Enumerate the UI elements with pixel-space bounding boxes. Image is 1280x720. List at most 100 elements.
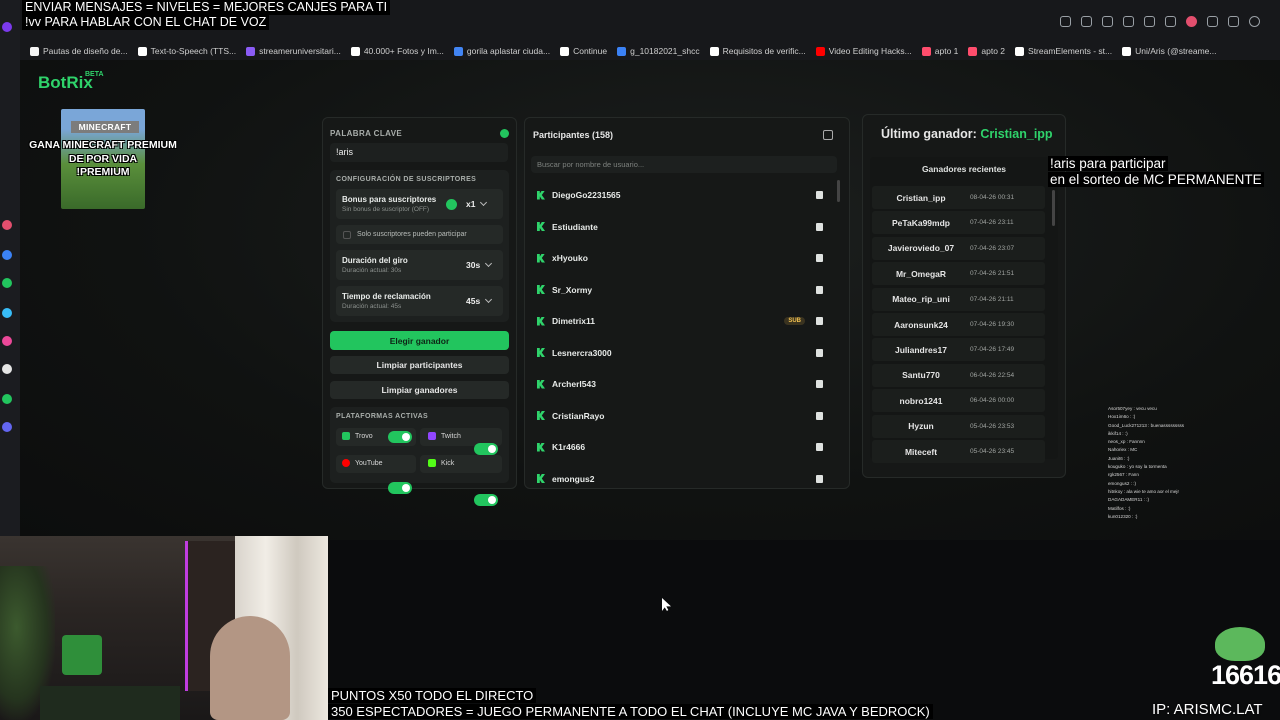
youtube-toggle[interactable]	[388, 482, 412, 494]
bookmark-item[interactable]: Text-to-Speech (TTS...	[137, 46, 237, 56]
bookmark-item[interactable]: Requisitos de verific...	[709, 46, 806, 56]
participants-scrollbar[interactable]	[837, 180, 840, 202]
heart-icon[interactable]	[1186, 16, 1197, 27]
winner-row: Aaronsunk24 07-04-26 19:30	[872, 313, 1045, 336]
kick-icon	[537, 474, 545, 483]
play-icon[interactable]	[1144, 16, 1155, 27]
winner-row: Mateo_rip_uni 07-04-26 21:11	[872, 287, 1045, 311]
bookmark-label: StreamElements - st...	[1028, 46, 1113, 56]
trovo-toggle[interactable]	[388, 431, 412, 443]
clear-participants-button[interactable]: Limpiar participantes	[330, 356, 509, 374]
winner-row: PeTaKa99mdp 07-04-26 23:11	[872, 211, 1045, 235]
youtube-name: YouTube	[355, 459, 383, 467]
messenger-icon[interactable]	[2, 22, 12, 32]
bookmark-item[interactable]: apto 1	[921, 46, 958, 56]
bookmark-item[interactable]: gorila aplastar ciuda...	[453, 46, 550, 56]
bookmark-item[interactable]: StreamElements - st...	[1015, 46, 1112, 56]
trash-icon[interactable]	[816, 285, 823, 294]
search-icon[interactable]	[1060, 16, 1071, 27]
keyword-input[interactable]: !aris	[330, 143, 508, 162]
trash-icon[interactable]	[816, 254, 823, 262]
chat-message: Matilfos : :)	[1108, 505, 1131, 511]
trash-icon[interactable]	[816, 474, 823, 483]
app-icon[interactable]	[2, 250, 12, 260]
winner-name: Hyzun	[908, 421, 934, 432]
winner-name: Mr_OmegaR	[895, 268, 947, 279]
winner-date: 06-04-26 00:00	[970, 397, 1015, 405]
camera-icon[interactable]	[1102, 16, 1113, 27]
spotify-icon[interactable]	[2, 394, 12, 404]
participant-name: xHyouko	[552, 253, 588, 263]
bookmark-label: Text-to-Speech (TTS...	[150, 46, 237, 56]
bookmarks-bar: Pautas de diseño de... Text-to-Speech (TT…	[20, 42, 1280, 60]
trash-icon[interactable]	[816, 380, 823, 388]
bookmark-item[interactable]: Uni/Aris (@streame...	[1122, 46, 1217, 56]
profile-icon[interactable]	[1249, 16, 1260, 27]
trash-icon[interactable]	[816, 348, 823, 357]
winner-name: Mateo_rip_uni	[892, 294, 950, 305]
bookmark-item[interactable]: Video Editing Hacks...	[815, 46, 912, 56]
edit-icon[interactable]	[1081, 16, 1092, 27]
bookmark-label: Video Editing Hacks...	[828, 46, 912, 56]
bookmark-item[interactable]: g_10182021_shcc	[617, 46, 700, 56]
kick-icon	[537, 411, 545, 420]
trash-icon[interactable]	[816, 411, 823, 420]
promo-line-1: GANA MINECRAFT PREMIUM	[29, 139, 177, 151]
twitch-icon	[428, 432, 436, 440]
trash-icon[interactable]	[816, 317, 823, 325]
webcam-feed	[0, 536, 328, 720]
chat-message: emongus2 : :)	[1108, 480, 1137, 486]
chat-message: Good_Luck271213 : buenasssssssss	[1108, 422, 1185, 428]
copy-icon[interactable]	[823, 130, 833, 140]
claim-time-select[interactable]: 45s	[466, 295, 493, 306]
winner-row: Cristian_ipp 08-04-26 00:31	[872, 186, 1045, 209]
bookmark-item[interactable]: Continue	[560, 46, 607, 56]
bookmark-item[interactable]: Pautas de diseño de...	[30, 46, 128, 56]
trash-icon[interactable]	[816, 443, 823, 451]
chat-message: kouguko : yo soy la tormenta	[1108, 464, 1167, 470]
winner-name: Santu770	[902, 370, 940, 381]
x-icon[interactable]	[2, 364, 12, 374]
download-icon[interactable]	[1207, 16, 1218, 27]
app-icon[interactable]	[2, 220, 12, 230]
participants-search-input[interactable]: Buscar por nombre de usuario...	[531, 156, 837, 173]
chat-message: Hox1im6o : :)	[1108, 414, 1136, 420]
pick-winner-button[interactable]: Elegir ganador	[330, 331, 509, 350]
kick-icon	[537, 190, 545, 200]
bookmark-icon	[968, 46, 978, 56]
winners-scrollbar[interactable]	[1052, 190, 1055, 226]
kick-icon	[428, 459, 436, 467]
winner-name: Cristian_ipp	[896, 192, 946, 203]
subs-only-checkbox[interactable]	[343, 231, 351, 239]
shield-icon[interactable]	[1123, 16, 1134, 27]
bookmark-label: Pautas de diseño de...	[43, 46, 128, 56]
bookmark-item[interactable]: 40.000+ Fotos y Im...	[350, 46, 444, 56]
winner-name: Aaronsunk24	[894, 319, 948, 330]
kick-toggle[interactable]	[474, 494, 498, 506]
twitch-toggle[interactable]	[474, 443, 498, 455]
menu-icon[interactable]	[1228, 16, 1239, 27]
overlay-top-line-1: ENVIAR MENSAJES = NIVELES = MEJORES CANJ…	[22, 0, 391, 15]
spin-duration-select[interactable]: 30s	[466, 259, 493, 270]
clear-winners-button[interactable]: Limpiar ganadores	[330, 381, 509, 399]
winner-row: Hyzun 05-04-26 23:53	[872, 414, 1045, 438]
bookmark-item[interactable]: streameruniversitari...	[246, 46, 341, 56]
sub-bonus-select[interactable]: x1	[466, 198, 488, 209]
instagram-icon[interactable]	[2, 336, 12, 346]
bookmark-item[interactable]: apto 2	[968, 46, 1005, 56]
trash-icon[interactable]	[816, 191, 823, 199]
frog-emote	[1215, 627, 1265, 661]
app-icon[interactable]	[2, 422, 12, 432]
telegram-icon[interactable]	[2, 308, 12, 318]
sub-bonus-title: Bonus para suscriptores	[342, 195, 437, 204]
info-icon[interactable]	[500, 129, 509, 138]
participant-name: CristianRayo	[552, 410, 605, 421]
whatsapp-icon[interactable]	[2, 278, 12, 288]
participant-row: Sr_Xormy	[529, 277, 831, 303]
extensions-icon[interactable]	[1165, 16, 1176, 27]
platform-twitch-label: Twitch	[428, 432, 461, 440]
winner-name: Javieroviedo_07	[887, 243, 955, 254]
sub-bonus-toggle-icon[interactable]	[446, 199, 457, 210]
chat-message: DAGADAMER11 : :)	[1108, 497, 1150, 503]
trash-icon[interactable]	[816, 222, 823, 231]
